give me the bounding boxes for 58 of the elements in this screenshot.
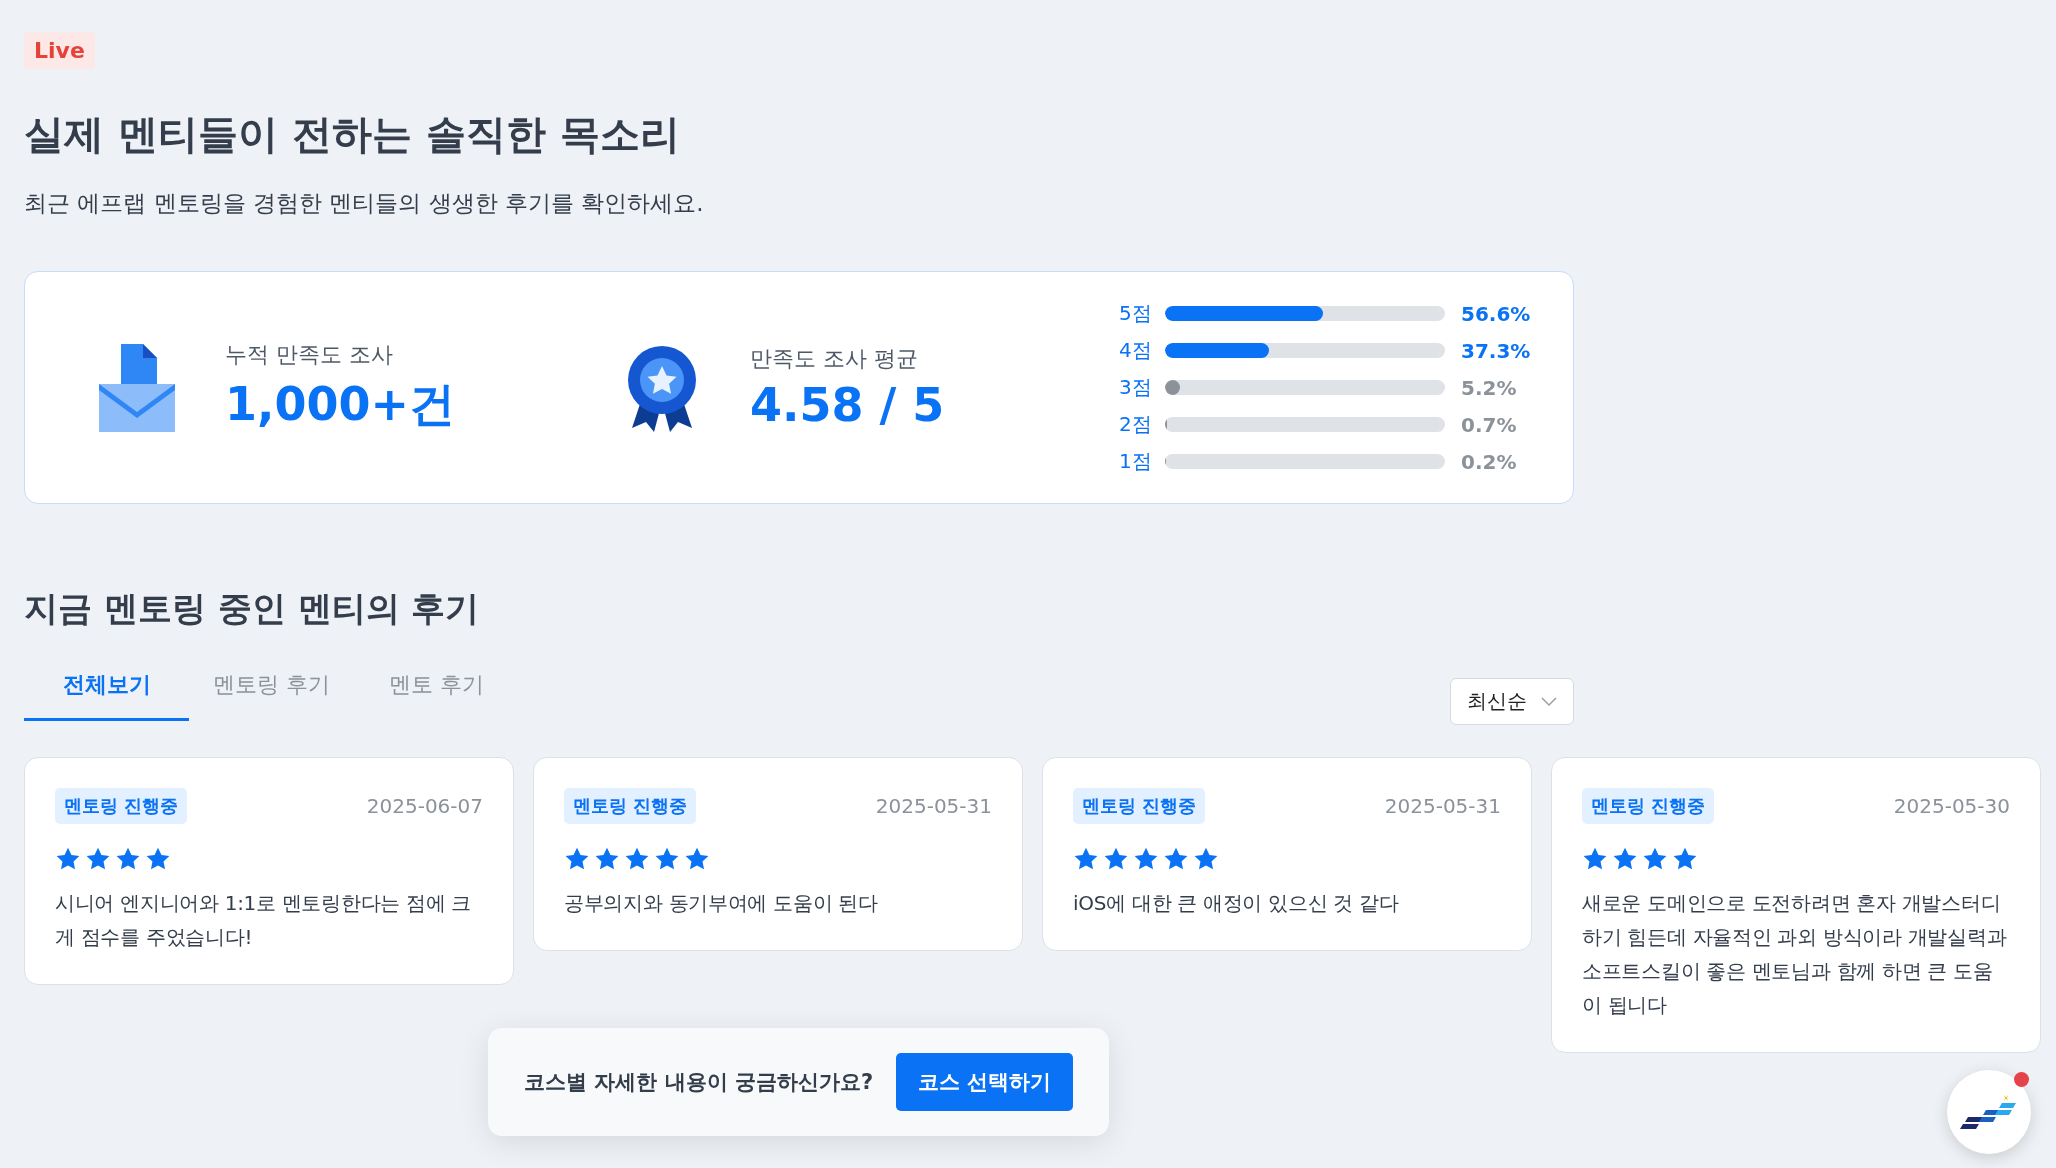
select-course-button[interactable]: 코스 선택하기 <box>895 1053 1073 1111</box>
review-text: 새로운 도메인으로 도전하려면 혼자 개발스터디 하기 힘든데 자율적인 과외 방식이라 개발실력과소프트스킬이 좋은 멘토님과 함께 하면 큰 도움이 됩니다 <box>1582 890 2008 1019</box>
star-icon <box>1073 846 1099 872</box>
stat-value: 1,000+건 <box>225 375 456 433</box>
star-icon <box>1672 846 1698 872</box>
star-icon <box>145 846 171 872</box>
status-tag: 멘토링 진행중 <box>55 788 188 824</box>
score-label: 4점 <box>1119 337 1153 364</box>
sort-dropdown[interactable]: 최신순 <box>1450 678 1574 725</box>
star-icon <box>1582 846 1608 872</box>
star-icon <box>1193 846 1219 872</box>
star-icon <box>1163 846 1189 872</box>
live-badge: Live <box>24 32 95 69</box>
cta-text: 코스별 자세한 내용이 궁금하신가요? <box>524 1069 874 1096</box>
stripes-logo-icon <box>1960 1095 2018 1129</box>
review-text: iOS에 대한 큰 애정이 있으신 것 같다 <box>1073 890 1400 917</box>
star-icon <box>55 846 81 872</box>
section-title: 지금 멘토링 중인 멘티의 후기 <box>24 587 481 630</box>
star-icon <box>1103 846 1129 872</box>
star-icon <box>624 846 650 872</box>
star-icon <box>115 846 141 872</box>
percentage: 37.3% <box>1461 338 1531 363</box>
status-tag: 멘토링 진행중 <box>1582 788 1715 824</box>
star-icon <box>85 846 111 872</box>
star-icon <box>564 846 590 872</box>
filter-tab[interactable]: 전체보기 <box>24 662 189 721</box>
percentage: 5.2% <box>1461 375 1517 400</box>
star-icon <box>1642 846 1668 872</box>
stat-label: 만족도 조사 평균 <box>750 344 919 373</box>
review-date: 2025-06-07 <box>366 794 483 818</box>
review-date: 2025-05-31 <box>875 794 992 818</box>
stat-label: 누적 만족도 조사 <box>225 340 394 369</box>
review-date: 2025-05-31 <box>1384 794 1501 818</box>
filter-tab[interactable]: 멘토링 후기 <box>189 662 354 721</box>
page-title: 실제 멘티들이 전하는 솔직한 목소리 <box>24 110 681 159</box>
star-icon <box>684 846 710 872</box>
percentage: 0.2% <box>1461 449 1517 474</box>
review-date: 2025-05-30 <box>1893 794 2010 818</box>
page-subtitle: 최근 에프랩 멘토링을 경험한 멘티들의 생생한 후기를 확인하세요. <box>24 189 705 218</box>
filter-tab[interactable]: 멘토 후기 <box>354 662 519 721</box>
percentage: 0.7% <box>1461 412 1517 437</box>
status-tag: 멘토링 진행중 <box>1073 788 1206 824</box>
chat-button[interactable] <box>1947 1070 2031 1154</box>
status-tag: 멘토링 진행중 <box>564 788 697 824</box>
envelope-document-icon <box>99 343 175 432</box>
star-icon <box>594 846 620 872</box>
star-icon <box>1133 846 1159 872</box>
score-label: 2점 <box>1119 411 1153 438</box>
star-icon <box>1612 846 1638 872</box>
star-icon <box>654 846 680 872</box>
score-label: 3점 <box>1119 374 1153 401</box>
review-text: 시니어 엔지니어와 1:1로 멘토링한다는 점에 크게 점수를 주었습니다! <box>55 890 473 951</box>
score-label: 1점 <box>1119 448 1153 475</box>
percentage: 56.6% <box>1461 301 1531 326</box>
caret-down-icon <box>1541 696 1557 707</box>
review-text: 공부의지와 동기부여에 도움이 된다 <box>564 890 879 917</box>
stat-value: 4.58 / 5 <box>750 377 945 432</box>
score-label: 5점 <box>1119 300 1153 327</box>
